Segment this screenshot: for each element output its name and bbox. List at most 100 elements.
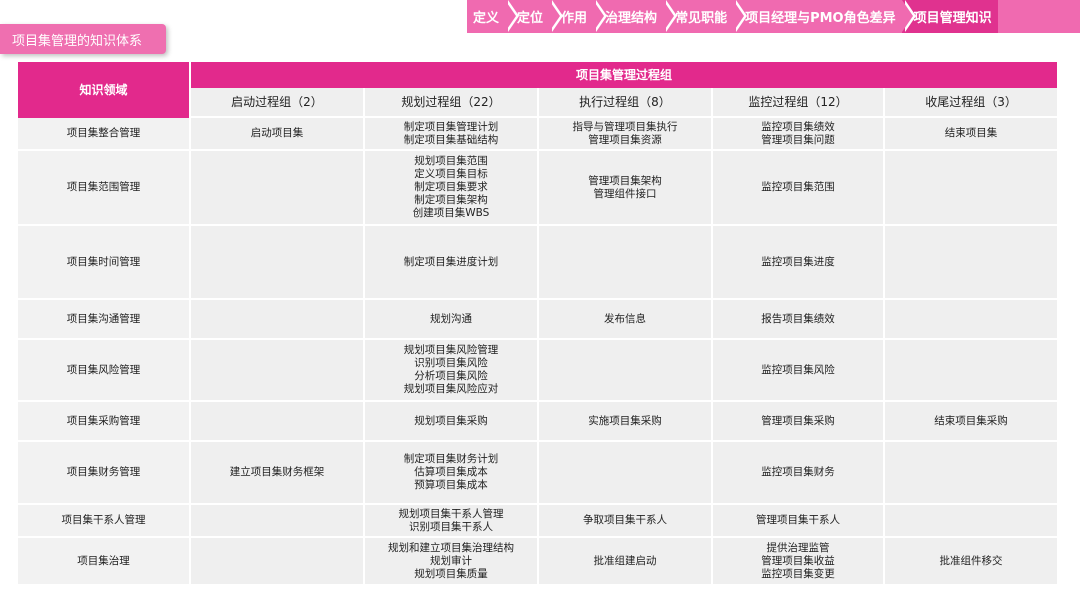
table-row: 项目集整合管理 启动项目集 制定项目集管理计划 制定项目集基础结构 指导与管理项目集执行…	[18, 118, 1058, 151]
nav-item-label: 定义	[473, 11, 500, 26]
process-cell	[539, 226, 713, 300]
process-cell: 制定项目集财务计划 估算项目集成本 预算项目集成本	[365, 442, 539, 505]
nav-item-label: 定位	[517, 11, 544, 26]
process-cell: 报告项目集绩效	[713, 300, 885, 340]
process-name: 监控项目集进度	[761, 255, 835, 268]
process-cell	[885, 505, 1058, 538]
process-name: 规划和建立项目集治理结构	[388, 541, 514, 554]
knowledge-area-cell: 项目集整合管理	[18, 118, 191, 151]
process-name: 争取项目集干系人	[583, 514, 667, 526]
process-name: 规划沟通	[430, 312, 472, 325]
process-cell	[539, 442, 713, 505]
process-cell: 监控项目集风险	[713, 340, 885, 402]
column-header: 规划过程组（22）	[365, 88, 539, 118]
process-cell	[885, 226, 1058, 300]
process-cell	[885, 151, 1058, 226]
process-name: 识别项目集干系人	[409, 520, 493, 533]
nav-item-label: 常见职能	[675, 11, 728, 26]
process-cell: 结束项目集	[885, 118, 1058, 151]
process-name: 管理项目集采购	[761, 414, 835, 427]
process-cell: 制定项目集管理计划 制定项目集基础结构	[365, 118, 539, 151]
domain-header: 知识领域	[18, 62, 191, 118]
process-name: 规划项目集采购	[414, 414, 488, 427]
process-name: 创建项目集WBS	[412, 207, 490, 219]
process-name: 管理项目集收益	[761, 554, 835, 567]
chevron-arrow-icon	[549, 0, 561, 32]
process-name: 结束项目集	[944, 127, 998, 139]
process-cell: 制定项目集进度计划	[365, 226, 539, 300]
process-name: 指导与管理项目集执行	[572, 120, 678, 133]
process-cell: 监控项目集绩效 管理项目集问题	[713, 118, 885, 151]
process-name: 规划项目集风险应对	[403, 383, 499, 395]
process-name: 规划审计	[430, 554, 472, 567]
process-name: 监控项目集变更	[761, 567, 835, 580]
process-cell	[191, 226, 365, 300]
process-cell: 规划和建立项目集治理结构 规划审计 规划项目集质量	[365, 538, 539, 586]
process-name: 识别项目集风险	[414, 357, 488, 369]
process-name: 规划项目集风险管理	[403, 344, 499, 356]
process-cell: 争取项目集干系人	[539, 505, 713, 538]
process-cell: 建立项目集财务框架	[191, 442, 365, 505]
process-cell: 规划项目集风险管理 识别项目集风险 分析项目集风险 规划项目集风险应对	[365, 340, 539, 402]
knowledge-area-cell: 项目集范围管理	[18, 151, 191, 226]
process-name: 管理项目集架构	[588, 174, 662, 187]
knowledge-area-cell: 项目集风险管理	[18, 340, 191, 402]
top-navigation: 定义 定位 作用 治理结构 常见职能 项目经理与PMO角色差异 项目管理知识	[467, 0, 1080, 33]
process-cell: 管理项目集架构 管理组件接口	[539, 151, 713, 226]
process-cell: 指导与管理项目集执行 管理项目集资源	[539, 118, 713, 151]
knowledge-area-cell: 项目集财务管理	[18, 442, 191, 505]
table-row: 项目集沟通管理 规划沟通 发布信息 报告项目集绩效	[18, 300, 1058, 340]
column-header: 监控过程组（12）	[713, 88, 885, 118]
process-cell: 提供治理监管 管理项目集收益 监控项目集变更	[713, 538, 885, 586]
nav-item-6[interactable]: 项目管理知识	[901, 0, 998, 33]
knowledge-area-cell: 项目集干系人管理	[18, 505, 191, 538]
process-cell	[191, 151, 365, 226]
process-cell: 规划项目集范围 定义项目集目标 制定项目集要求 制定项目集架构 创建项目集WBS	[365, 151, 539, 226]
knowledge-area-cell: 项目集沟通管理	[18, 300, 191, 340]
nav-item-label: 治理结构	[605, 11, 658, 26]
chevron-arrow-icon	[663, 0, 675, 32]
chevron-arrow-icon	[505, 0, 517, 32]
process-cell: 监控项目集财务	[713, 442, 885, 505]
process-cell	[191, 505, 365, 538]
process-cell	[191, 402, 365, 442]
table-row: 项目集财务管理 建立项目集财务框架 制定项目集财务计划 估算项目集成本 预算项目集成本 监…	[18, 442, 1058, 505]
process-name: 报告项目集绩效	[761, 312, 835, 325]
process-name: 制定项目集进度计划	[403, 255, 499, 268]
process-name: 实施项目集采购	[588, 414, 662, 427]
knowledge-area-cell: 项目集采购管理	[18, 402, 191, 442]
column-header: 执行过程组（8）	[539, 88, 713, 118]
process-cell: 规划项目集干系人管理 识别项目集干系人	[365, 505, 539, 538]
process-name: 管理项目集干系人	[756, 514, 840, 526]
process-name: 发布信息	[604, 312, 646, 325]
process-name: 制定项目集架构	[414, 194, 488, 206]
process-name: 规划项目集范围	[414, 155, 488, 167]
table-row: 项目集采购管理 规划项目集采购 实施项目集采购 管理项目集采购 结束项目集采购	[18, 402, 1058, 442]
process-cell: 管理项目集采购	[713, 402, 885, 442]
process-name: 规划项目集质量	[414, 567, 488, 580]
process-name: 制定项目集要求	[414, 181, 488, 193]
process-name: 规划项目集干系人管理	[398, 507, 504, 520]
process-name: 批准组建启动	[593, 554, 657, 567]
chevron-arrow-icon	[901, 0, 913, 32]
process-cell: 规划项目集采购	[365, 402, 539, 442]
process-name: 制定项目集财务计划	[403, 453, 499, 465]
process-cell	[885, 442, 1058, 505]
process-name: 定义项目集目标	[414, 168, 488, 180]
knowledge-area-cell: 项目集时间管理	[18, 226, 191, 300]
nav-item-0[interactable]: 定义	[467, 0, 520, 33]
process-name: 结束项目集采购	[934, 414, 1008, 427]
process-name: 提供治理监管	[766, 541, 830, 554]
process-name: 监控项目集范围	[761, 181, 835, 193]
process-cell: 管理项目集干系人	[713, 505, 885, 538]
process-name: 管理组件接口	[593, 187, 657, 200]
process-cell	[885, 340, 1058, 402]
nav-item-5[interactable]: 项目经理与PMO角色差异	[733, 0, 916, 33]
nav-item-label: 项目经理与PMO角色差异	[745, 11, 896, 26]
table-row: 项目集干系人管理 规划项目集干系人管理 识别项目集干系人 争取项目集干系人 管理项目集干…	[18, 505, 1058, 538]
process-cell: 结束项目集采购	[885, 402, 1058, 442]
page-title: 项目集管理的知识体系	[0, 24, 166, 54]
process-name: 监控项目集财务	[761, 466, 835, 478]
process-name: 启动项目集	[250, 127, 304, 139]
knowledge-area-cell: 项目集治理	[18, 538, 191, 586]
